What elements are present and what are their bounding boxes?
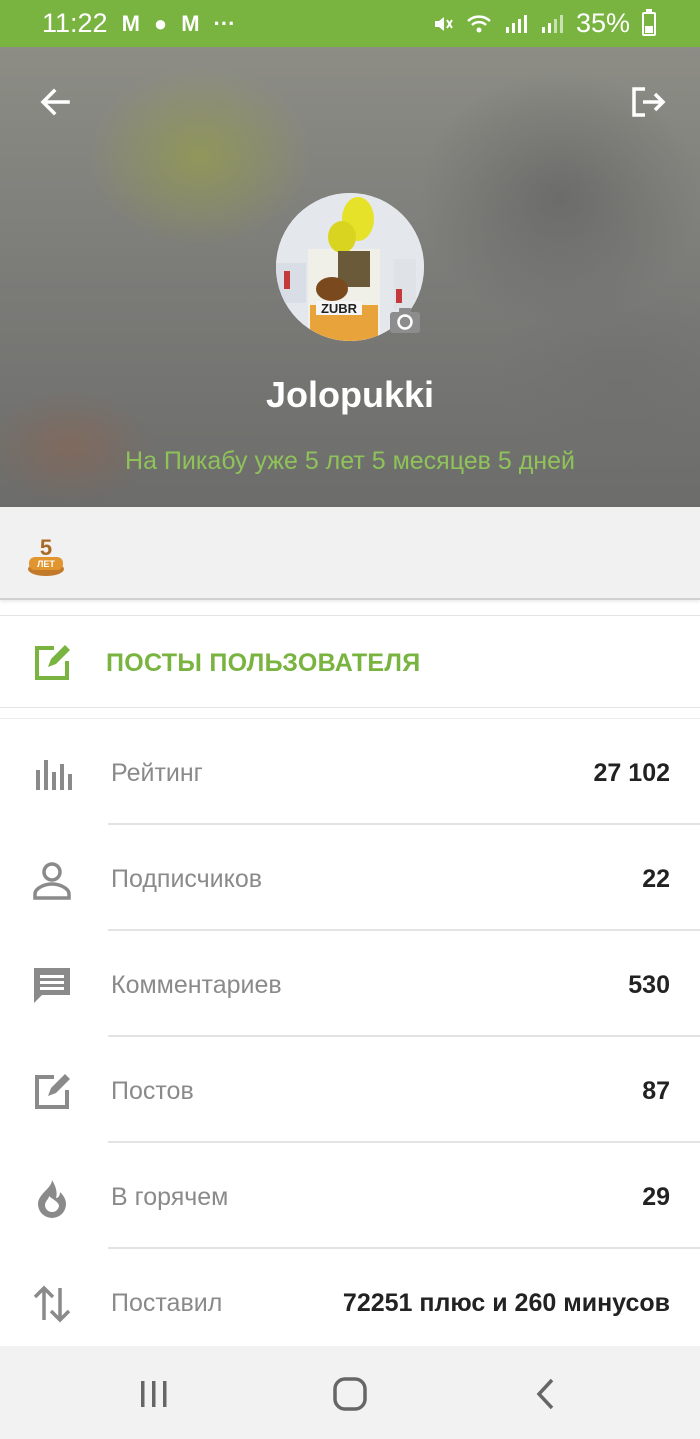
recent-apps-icon xyxy=(141,1381,167,1407)
chevron-left-icon xyxy=(536,1378,554,1410)
gmail-notification-icon-2: M xyxy=(181,10,200,36)
avatar-text: ZUBR xyxy=(321,301,358,316)
logout-icon xyxy=(632,87,666,117)
home-icon xyxy=(333,1377,367,1411)
wifi-icon xyxy=(467,14,491,32)
edit-icon xyxy=(35,645,70,680)
arrow-left-icon xyxy=(40,88,70,116)
stat-value: 29 xyxy=(642,1183,670,1211)
stat-value: 87 xyxy=(642,1077,670,1105)
status-left: 11:22 M ● M ··· xyxy=(42,8,236,39)
badge-text: ЛЕТ xyxy=(37,559,55,569)
member-since: На Пикабу уже 5 лет 5 месяцев 5 дней xyxy=(125,447,575,475)
user-posts-button[interactable]: ПОСТЫ ПОЛЬЗОВАТЕЛЯ xyxy=(0,615,700,708)
mute-icon xyxy=(434,16,453,31)
awards-strip: 5 ЛЕТ xyxy=(0,507,700,600)
stat-value: 22 xyxy=(642,865,670,893)
stat-value: 530 xyxy=(628,971,670,999)
person-icon xyxy=(33,862,71,900)
username: Jolopukki xyxy=(265,374,435,415)
status-time: 11:22 xyxy=(42,8,108,38)
stat-row-votes: Поставил 72251 плюс и 260 минусов xyxy=(0,1249,700,1355)
user-posts-label: ПОСТЫ ПОЛЬЗОВАТЕЛЯ xyxy=(106,649,421,677)
more-notifications-icon: ··· xyxy=(213,10,236,36)
stat-value: 72251 плюс и 260 минусов xyxy=(342,1289,670,1317)
gmail-notification-icon: M xyxy=(121,10,140,36)
camera-icon[interactable] xyxy=(389,306,421,334)
stat-value: 27 102 xyxy=(593,759,670,787)
system-back-button[interactable] xyxy=(526,1374,566,1414)
stat-label: Рейтинг xyxy=(111,759,203,787)
battery-icon xyxy=(642,8,656,36)
recent-apps-button[interactable] xyxy=(134,1374,174,1414)
comment-icon xyxy=(34,968,70,1003)
edit-icon xyxy=(35,1074,70,1109)
profile-header: ZUBR Jolopukki На Пикабу уже 5 лет 5 мес… xyxy=(0,47,700,507)
home-button[interactable] xyxy=(330,1374,370,1414)
logout-button[interactable] xyxy=(626,79,672,125)
battery-percent: 35% xyxy=(575,8,630,38)
back-button[interactable] xyxy=(32,79,78,125)
five-years-badge-icon[interactable]: 5 ЛЕТ xyxy=(26,531,66,577)
stat-row-hot[interactable]: В горячем 29 xyxy=(0,1143,700,1249)
signal-icon-2 xyxy=(541,14,563,33)
system-nav-bar xyxy=(0,1346,700,1439)
stat-label: Комментариев xyxy=(111,971,282,999)
app-notification-icon: ● xyxy=(153,10,168,36)
badge-number: 5 xyxy=(40,535,52,560)
swap-vertical-icon xyxy=(33,1285,71,1323)
stat-label: Подписчиков xyxy=(111,865,263,893)
stat-row-posts[interactable]: Постов 87 xyxy=(0,1037,700,1143)
fire-icon xyxy=(38,1180,66,1218)
stats-list: Рейтинг 27 102 Подписчиков 22 Комментари… xyxy=(0,718,700,1355)
bar-chart-icon xyxy=(36,760,72,790)
stat-label: Поставил xyxy=(111,1289,223,1317)
status-right: 35% xyxy=(432,8,656,39)
stat-row-rating: Рейтинг 27 102 xyxy=(0,719,700,825)
stat-row-comments[interactable]: Комментариев 530 xyxy=(0,931,700,1037)
stat-label: Постов xyxy=(111,1077,194,1105)
stat-row-subscribers[interactable]: Подписчиков 22 xyxy=(0,825,700,931)
status-bar: 11:22 M ● M ··· 35% xyxy=(0,0,700,47)
signal-icon xyxy=(505,14,527,33)
stat-label: В горячем xyxy=(111,1183,229,1211)
